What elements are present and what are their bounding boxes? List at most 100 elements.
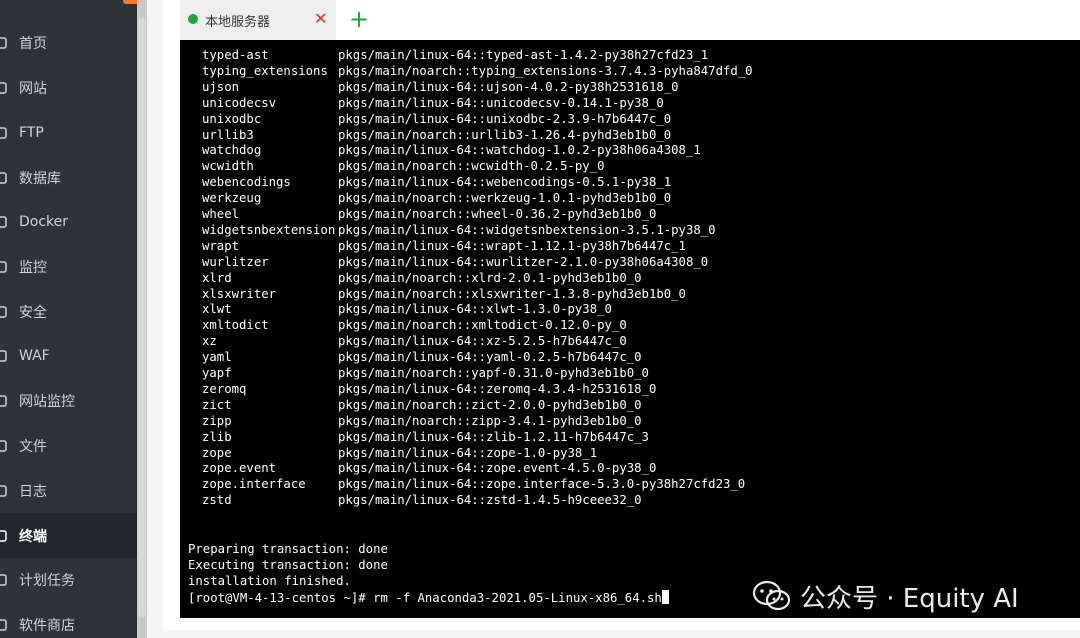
package-channel: pkgs/main/linux-64::wrapt-1.12.1-py38h7b… xyxy=(338,238,686,253)
prompt-line[interactable]: [root@VM-4-13-centos ~]# rm -f Anaconda3… xyxy=(188,590,669,605)
sidebar-item[interactable]: 计划任务 xyxy=(0,557,137,602)
package-name: zope.interface xyxy=(202,477,306,492)
terminal-output[interactable]: typed-ast pkgs/main/linux-64::typed-ast-1… xyxy=(180,40,1080,618)
package-row: xlsxwriter pkgs/main/noarch::xlsxwriter-1… xyxy=(202,287,1062,303)
sidebar-item[interactable]: 网站 xyxy=(0,65,137,110)
tab-local-server[interactable]: 本地服务器 ✕ xyxy=(180,0,336,40)
package-channel: pkgs/main/linux-64::zope.interface-5.3.0… xyxy=(338,477,746,492)
package-name: typed-ast xyxy=(202,48,269,62)
sidebar-scrollbar[interactable] xyxy=(137,0,147,638)
sidebar-item[interactable]: WAF xyxy=(0,333,137,378)
sidebar-item-label: Docker xyxy=(19,213,69,230)
sidebar-item-label: 终端 xyxy=(19,528,47,545)
watermark-text: 公众号 · Equity AI xyxy=(800,583,1019,614)
sidebar-item[interactable]: 网站监控 xyxy=(0,378,137,423)
package-channel: pkgs/main/linux-64::xlwt-1.3.0-py38_0 xyxy=(338,302,612,317)
package-name: unicodecsv xyxy=(202,95,277,110)
package-channel: pkgs/main/noarch::xmltodict-0.12.0-py_0 xyxy=(338,318,627,333)
globe-icon xyxy=(0,81,7,94)
package-name: zeromq xyxy=(202,381,247,396)
ftp-icon xyxy=(0,126,7,139)
sidebar-scrollbar-thumb[interactable] xyxy=(138,18,146,618)
sidebar-item-label: 网站 xyxy=(19,80,47,97)
prompt-command: [root@VM-4-13-centos ~]# rm -f Anaconda3… xyxy=(188,591,662,605)
firewall-icon xyxy=(0,349,7,362)
sidebar-item-label: 日志 xyxy=(19,483,47,500)
package-channel: pkgs/main/linux-64::zstd-1.4.5-h9ceee32_… xyxy=(338,493,642,508)
package-name: xlwt xyxy=(202,302,232,317)
clock-icon xyxy=(0,573,7,586)
package-row: wheel pkgs/main/noarch::wheel-0.36.2-pyhd… xyxy=(202,207,1062,223)
sidebar-item[interactable]: 日志 xyxy=(0,468,137,513)
package-name: wurlitzer xyxy=(202,254,269,269)
package-channel: pkgs/main/linux-64::unixodbc-2.3.9-h7b64… xyxy=(338,111,672,126)
sidebar-item-label: 首页 xyxy=(19,35,47,52)
package-row: yapf pkgs/main/noarch::yapf-0.31.0-pyhd3e… xyxy=(202,366,1062,382)
sidebar-item[interactable]: FTP xyxy=(0,110,137,155)
package-channel: pkgs/main/linux-64::webencodings-0.5.1-p… xyxy=(338,175,672,190)
sidebar-item-label: 计划任务 xyxy=(19,572,75,589)
package-row: xz pkgs/main/linux-64::xz-5.2.5-h7b6447c_… xyxy=(202,334,1062,350)
home-icon xyxy=(0,36,7,49)
sidebar-item[interactable]: 文件 xyxy=(0,423,137,468)
docker-icon xyxy=(0,215,7,228)
site-monitor-icon xyxy=(0,394,7,407)
sidebar-item[interactable]: Docker xyxy=(0,199,137,244)
package-name: unixodbc xyxy=(202,111,262,126)
package-name: xmltodict xyxy=(202,318,269,333)
sidebar-item[interactable]: 安全 xyxy=(0,289,137,334)
package-row: wcwidth pkgs/main/noarch::wcwidth-0.2.5-p… xyxy=(202,159,1062,175)
package-channel: pkgs/main/noarch::yapf-0.31.0-pyhd3eb1b0… xyxy=(338,366,649,380)
monitor-icon xyxy=(0,260,7,273)
log-line: Preparing transaction: done xyxy=(188,542,388,556)
log-icon xyxy=(0,484,7,497)
package-channel: pkgs/main/linux-64::ujson-4.0.2-py38h253… xyxy=(338,79,679,94)
package-name: urllib3 xyxy=(202,127,254,142)
sidebar-item[interactable]: 数据库 xyxy=(0,155,137,200)
database-icon xyxy=(0,171,7,184)
store-icon xyxy=(0,618,7,631)
sidebar-item[interactable]: 监控 xyxy=(0,244,137,289)
package-row: zict pkgs/main/noarch::zict-2.0.0-pyhd3eb… xyxy=(202,398,1062,414)
sidebar-item[interactable]: 终端 xyxy=(0,513,137,558)
package-name: zipp xyxy=(202,413,232,428)
package-row: zope pkgs/main/linux-64::zope-1.0-py38_1 xyxy=(202,446,1062,462)
sidebar-item-label: FTP xyxy=(19,124,44,141)
package-channel: pkgs/main/linux-64::typed-ast-1.4.2-py38… xyxy=(338,48,709,62)
sidebar-item-label: 文件 xyxy=(19,438,47,455)
package-name: xlrd xyxy=(202,270,232,285)
package-row: unixodbc pkgs/main/linux-64::unixodbc-2.3… xyxy=(202,112,1062,128)
sidebar-item-label: WAF xyxy=(19,347,50,364)
package-name: zstd xyxy=(202,493,232,508)
package-name: widgetsnbextension xyxy=(202,222,336,237)
package-row: zope.interface pkgs/main/linux-64::zope.i… xyxy=(202,477,1062,493)
package-name: zope.event xyxy=(202,461,277,476)
package-channel: pkgs/main/noarch::zipp-3.4.1-pyhd3eb1b0_… xyxy=(338,413,642,428)
sidebar: 首页网站 FTP 数据库 Docker 监控安全 WAF 网站监控文件日志终端计划任务软件商… xyxy=(0,0,147,638)
package-channel: pkgs/main/linux-64::zlib-1.2.11-h7b6447c… xyxy=(338,429,649,444)
sidebar-item-label: 软件商店 xyxy=(19,617,75,634)
package-name: wrapt xyxy=(202,238,240,253)
package-row: ujson pkgs/main/linux-64::ujson-4.0.2-py3… xyxy=(202,80,1062,96)
sidebar-item-label: 监控 xyxy=(19,259,47,276)
log-line: Executing transaction: done xyxy=(188,558,388,572)
tab-label: 本地服务器 xyxy=(205,15,271,30)
add-tab-button[interactable]: + xyxy=(348,5,370,33)
sidebar-item[interactable]: 首页 xyxy=(0,20,137,65)
package-name: typing_extensions xyxy=(202,63,328,78)
package-row: xlwt pkgs/main/linux-64::xlwt-1.3.0-py38_… xyxy=(202,302,1062,318)
package-row: watchdog pkgs/main/linux-64::watchdog-1.0… xyxy=(202,143,1062,159)
package-name: wcwidth xyxy=(202,159,254,174)
package-row: webencodings pkgs/main/linux-64::webencod… xyxy=(202,175,1062,191)
package-channel: pkgs/main/noarch::wcwidth-0.2.5-py_0 xyxy=(338,159,605,174)
package-channel: pkgs/main/noarch::urllib3-1.26.4-pyhd3eb… xyxy=(338,127,672,142)
package-name: webencodings xyxy=(202,175,291,190)
package-name: wheel xyxy=(202,207,240,221)
shield-icon xyxy=(0,305,7,318)
close-icon[interactable]: ✕ xyxy=(314,9,327,28)
sidebar-item[interactable]: 软件商店 xyxy=(0,602,137,638)
watermark: 公众号 · Equity AI xyxy=(752,574,1019,618)
package-channel: pkgs/main/linux-64::zeromq-4.3.4-h253161… xyxy=(338,381,657,396)
package-name: yapf xyxy=(202,366,232,380)
package-channel: pkgs/main/linux-64::watchdog-1.0.2-py38h… xyxy=(338,143,701,158)
